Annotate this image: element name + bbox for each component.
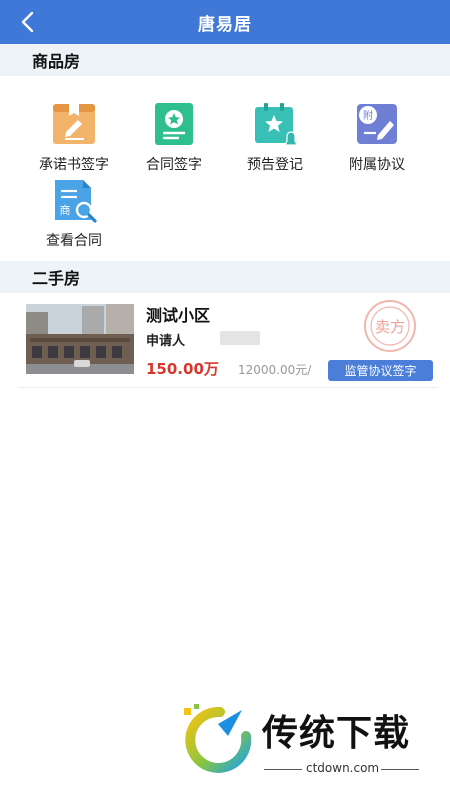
watermark-rule [264, 769, 302, 770]
total-price: 150.00万 [146, 360, 219, 378]
svg-text:附: 附 [363, 109, 373, 122]
chevron-left-icon [21, 11, 34, 33]
svg-text:商: 商 [60, 203, 71, 217]
contract-sign-icon [150, 100, 198, 148]
watermark-url: ctdown.com [306, 761, 380, 775]
grid-item-label: 查看合同 [46, 233, 102, 249]
app-screen: 唐易居 商品房 承诺书签字 合同签字 预告登记 附 附属协议 商 查看合同 二手… [0, 0, 450, 800]
listing-card[interactable]: 测试小区 申请人 150.00万 12000.00元/ 卖方 监管协议签字 [18, 296, 438, 388]
svg-text:卖方: 卖方 [375, 318, 405, 336]
section-heading-second-hand: 二手房 [0, 261, 450, 293]
watermark-logo-icon [184, 704, 252, 773]
grid-item-label: 承诺书签字 [39, 157, 109, 173]
listing-photo [26, 304, 134, 374]
watermark-rule [381, 769, 419, 770]
supervision-agreement-sign-button[interactable]: 监管协议签字 [328, 360, 433, 381]
seller-stamp-icon: 卖方 [360, 298, 420, 354]
section-heading-new-house: 商品房 [0, 44, 450, 76]
grid-item-label: 预告登记 [247, 157, 303, 173]
grid-item-contract-sign[interactable]: 合同签字 [124, 100, 224, 174]
grid-item-commitment-letter[interactable]: 承诺书签字 [24, 100, 124, 174]
grid-item-advance-registration[interactable]: 预告登记 [225, 100, 325, 174]
site-watermark: 传统下载 ctdown.com [178, 700, 440, 780]
watermark-text: 传统下载 [262, 713, 411, 754]
grid-item-supplementary-agreement[interactable]: 附 附属协议 [327, 100, 427, 174]
advance-registration-icon [251, 100, 299, 148]
page-title: 唐易居 [198, 14, 252, 35]
unit-price: 12000.00元/ [238, 363, 312, 377]
top-bar: 唐易居 [0, 0, 450, 44]
listing-name: 测试小区 [146, 306, 211, 325]
applicant-name-redacted [220, 331, 260, 345]
back-button[interactable] [12, 7, 42, 37]
applicant-label: 申请人 [146, 334, 186, 349]
grid-item-view-contract[interactable]: 商 查看合同 [24, 176, 124, 250]
commitment-letter-icon [50, 100, 98, 148]
grid-item-label: 合同签字 [146, 157, 202, 173]
supplementary-agreement-icon: 附 [353, 100, 401, 148]
view-contract-icon: 商 [50, 176, 98, 224]
grid-item-label: 附属协议 [349, 157, 405, 173]
